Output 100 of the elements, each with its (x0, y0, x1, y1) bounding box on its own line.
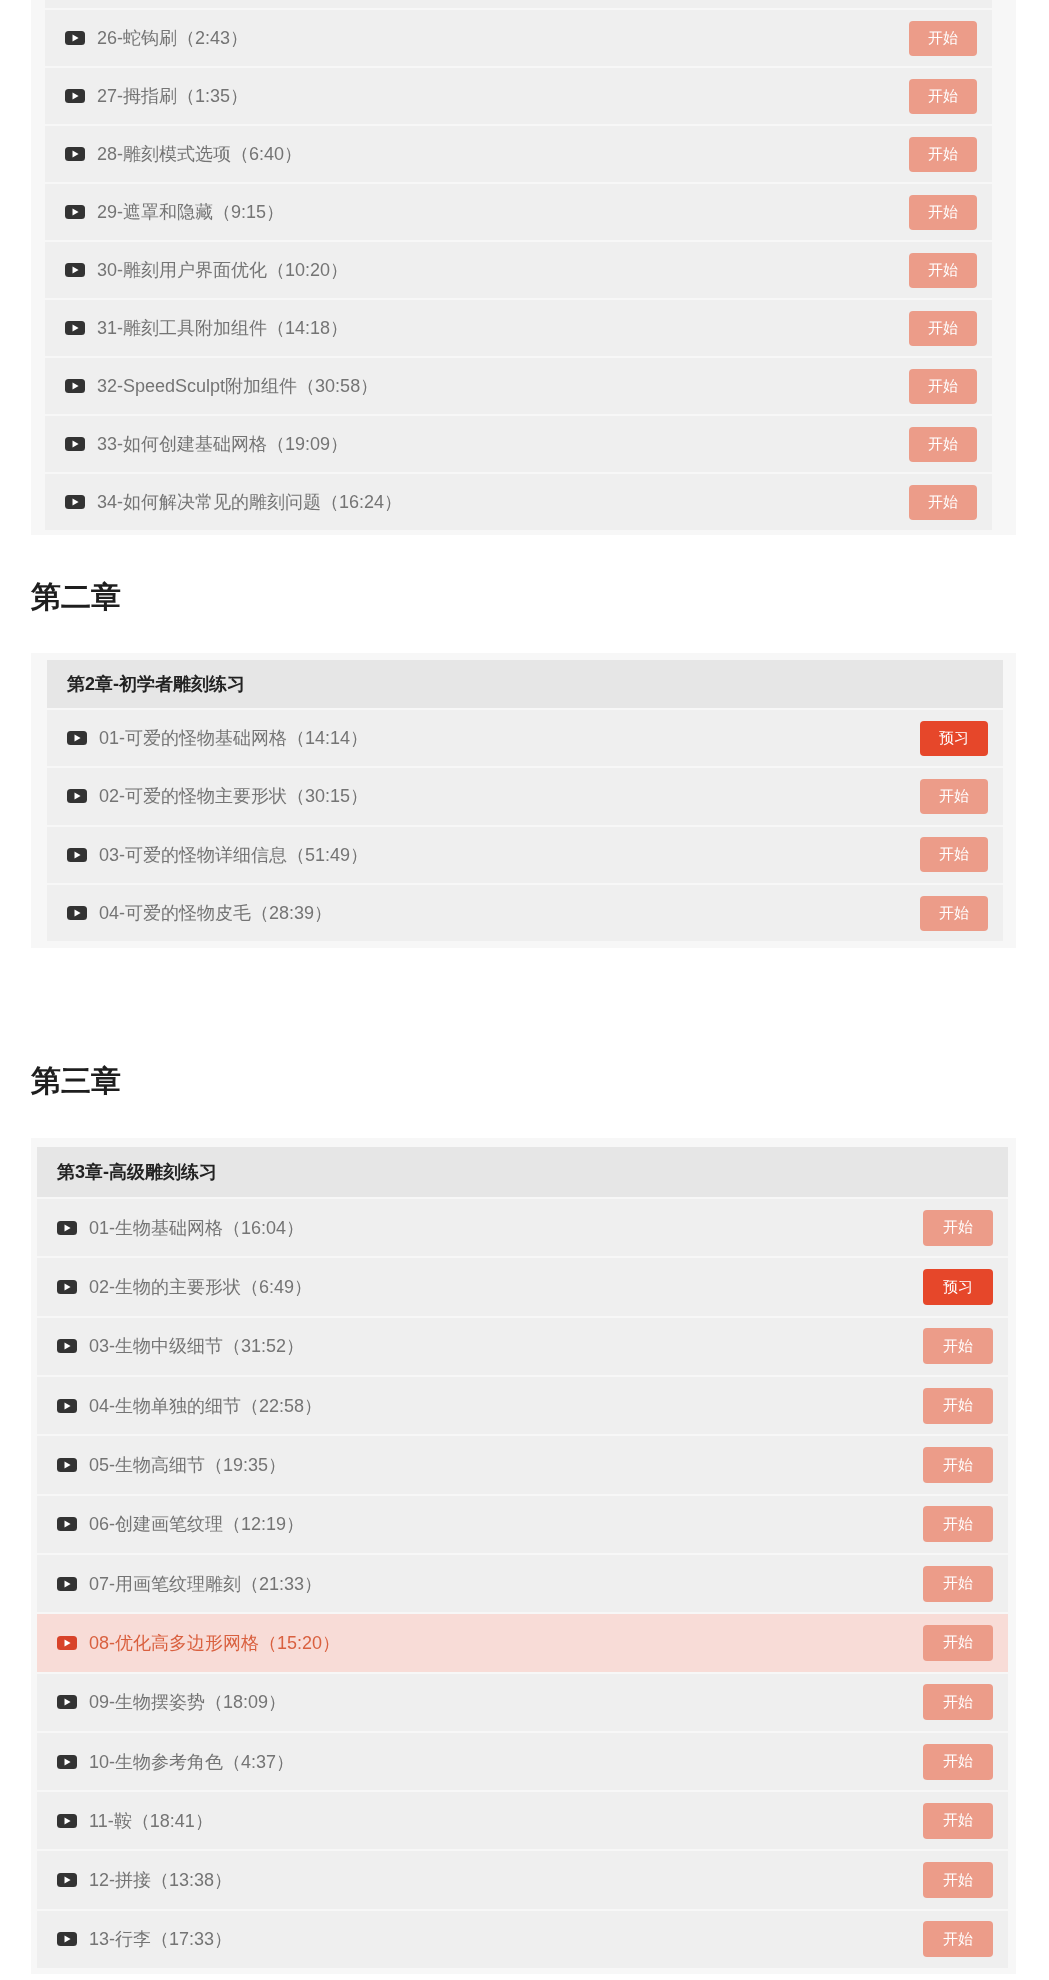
lesson-row[interactable]: 08-优化高多边形网格（15:20） 开始 (37, 1614, 1008, 1672)
play-icon (67, 847, 87, 862)
start-button[interactable]: 开始 (923, 1328, 993, 1365)
start-button[interactable]: 开始 (923, 1743, 993, 1780)
play-icon (65, 437, 85, 451)
lesson-title: 29-遮罩和隐藏（9:15） (97, 201, 286, 224)
play-icon (57, 1754, 77, 1769)
play-icon (65, 379, 85, 393)
lesson-row[interactable]: 11-鞍（18:41） 开始 (37, 1792, 1008, 1850)
play-icon (67, 906, 87, 921)
lesson-row[interactable]: 04-生物单独的细节（22:58） 开始 (37, 1377, 1008, 1435)
lesson-row[interactable]: 07-用画笔纹理雕刻（21:33） 开始 (37, 1554, 1008, 1613)
lesson-title: 02-生物的主要形状（6:49） (89, 1276, 314, 1300)
lesson-title: 13-行李（17:33） (89, 1928, 234, 1952)
play-icon (67, 731, 87, 746)
lesson-row[interactable]: 10-生物参考角色（4:37） 开始 (37, 1732, 1008, 1791)
play-icon (57, 1932, 77, 1947)
play-icon (57, 1220, 77, 1235)
lesson-title: 31-雕刻工具附加组件（14:18） (97, 317, 350, 340)
lesson-title: 30-雕刻用户界面优化（10:20） (97, 259, 350, 282)
preview-button[interactable]: 预习 (923, 1269, 993, 1306)
lesson-title: 32-SpeedSculpt附加组件（30:58） (97, 375, 380, 398)
play-icon (57, 1517, 77, 1532)
lesson-row[interactable]: 06-创建画笔纹理（12:19） 开始 (37, 1495, 1008, 1553)
lesson-title: 34-如何解决常见的雕刻问题（16:24） (97, 491, 404, 514)
start-button[interactable]: 开始 (909, 368, 977, 404)
start-button[interactable]: 开始 (923, 1506, 993, 1543)
play-icon (65, 89, 85, 103)
lesson-row[interactable]: 34-如何解决常见的雕刻问题（16:24） 开始 (45, 474, 992, 530)
lesson-title: 06-创建画笔纹理（12:19） (89, 1513, 306, 1537)
lesson-row[interactable]: 26-蛇钩刷（2:43） 开始 (45, 10, 992, 66)
start-button[interactable]: 开始 (920, 895, 988, 931)
lesson-title: 09-生物摆姿势（18:09） (89, 1691, 288, 1715)
lesson-row[interactable]: 31-雕刻工具附加组件（14:18） 开始 (45, 300, 992, 356)
start-button[interactable]: 开始 (923, 1447, 993, 1483)
lesson-row[interactable]: 05-生物高细节（19:35） 开始 (37, 1436, 1008, 1494)
start-button[interactable]: 开始 (923, 1565, 993, 1602)
start-button[interactable]: 开始 (920, 778, 988, 814)
play-icon (57, 1458, 77, 1472)
lesson-title: 33-如何创建基础网格（19:09） (97, 433, 350, 456)
lesson-row[interactable]: 03-可爱的怪物详细信息（51:49） 开始 (47, 826, 1003, 883)
lesson-title: 04-生物单独的细节（22:58） (89, 1394, 324, 1418)
start-button[interactable]: 开始 (923, 1802, 993, 1839)
lesson-row[interactable]: 03-生物中级细节（31:52） 开始 (37, 1317, 1008, 1376)
play-icon (65, 147, 85, 161)
section-header: 第3章-高级雕刻练习 (37, 1147, 1008, 1198)
lesson-row[interactable]: 29-遮罩和隐藏（9:15） 开始 (45, 184, 992, 240)
preview-button[interactable]: 预习 (920, 720, 988, 756)
lesson-row[interactable]: 09-生物摆姿势（18:09） 开始 (37, 1673, 1008, 1731)
start-button[interactable]: 开始 (923, 1387, 993, 1424)
lesson-row[interactable]: 12-拼接（13:38） 开始 (37, 1851, 1008, 1909)
start-button[interactable]: 开始 (923, 1684, 993, 1721)
start-button[interactable]: 开始 (909, 426, 977, 462)
play-icon (57, 1576, 77, 1591)
start-button[interactable]: 开始 (923, 1624, 993, 1661)
lesson-title: 12-拼接（13:38） (89, 1869, 234, 1893)
lesson-row[interactable]: 04-可爱的怪物皮毛（28:39） 开始 (47, 884, 1003, 942)
play-icon (65, 321, 85, 335)
chapter-heading: 第二章 (31, 579, 122, 615)
lesson-title: 02-可爱的怪物主要形状（30:15） (99, 785, 370, 809)
play-icon (65, 263, 85, 277)
lesson-title: 01-生物基础网格（16:04） (89, 1216, 306, 1240)
lesson-row[interactable]: 02-生物的主要形状（6:49） 预习 (37, 1258, 1008, 1316)
lesson-title: 03-生物中级细节（31:52） (89, 1335, 306, 1359)
lesson-row[interactable]: 13-行李（17:33） 开始 (37, 1910, 1008, 1969)
lesson-row[interactable]: 33-如何创建基础网格（19:09） 开始 (45, 416, 992, 472)
lesson-title: 01-可爱的怪物基础网格（14:14） (99, 727, 370, 751)
lesson-title: 05-生物高细节（19:35） (89, 1454, 288, 1477)
play-icon (57, 1398, 77, 1413)
start-button[interactable]: 开始 (909, 78, 977, 114)
play-icon (67, 789, 87, 804)
play-icon (57, 1873, 77, 1888)
lesson-title: 11-鞍（18:41） (89, 1809, 214, 1833)
lesson-title: 27-拇指刷（1:35） (97, 85, 250, 108)
lesson-row[interactable]: 32-SpeedSculpt附加组件（30:58） 开始 (45, 358, 992, 414)
lesson-row[interactable]: 27-拇指刷（1:35） 开始 (45, 68, 992, 124)
lesson-row[interactable]: 28-雕刻模式选项（6:40） 开始 (45, 126, 992, 182)
lesson-title: 26-蛇钩刷（2:43） (97, 27, 250, 50)
lesson-row[interactable]: 01-可爱的怪物基础网格（14:14） 预习 (47, 710, 1003, 767)
lesson-row[interactable]: 02-可爱的怪物主要形状（30:15） 开始 (47, 768, 1003, 825)
start-button[interactable]: 开始 (909, 252, 977, 288)
start-button[interactable]: 开始 (909, 136, 977, 172)
lesson-title: 07-用画笔纹理雕刻（21:33） (89, 1572, 324, 1596)
start-button[interactable]: 开始 (909, 20, 977, 56)
lesson-title: 08-优化高多边形网格（15:20） (89, 1631, 342, 1655)
lesson-row[interactable]: 01-生物基础网格（16:04） 开始 (37, 1199, 1008, 1257)
lesson-title: 04-可爱的怪物皮毛（28:39） (99, 902, 334, 926)
start-button[interactable]: 开始 (923, 1862, 993, 1899)
start-button[interactable]: 开始 (909, 194, 977, 230)
start-button[interactable]: 开始 (920, 837, 988, 873)
start-button[interactable]: 开始 (923, 1921, 993, 1958)
start-button[interactable]: 开始 (909, 484, 977, 520)
chapter-heading: 第三章 (31, 1063, 122, 1100)
play-icon (65, 495, 85, 509)
play-icon (57, 1280, 77, 1295)
start-button[interactable]: 开始 (909, 310, 977, 346)
lesson-title: 10-生物参考角色（4:37） (89, 1750, 296, 1774)
play-icon (65, 205, 85, 219)
start-button[interactable]: 开始 (923, 1209, 993, 1246)
lesson-row[interactable]: 30-雕刻用户界面优化（10:20） 开始 (45, 242, 992, 298)
